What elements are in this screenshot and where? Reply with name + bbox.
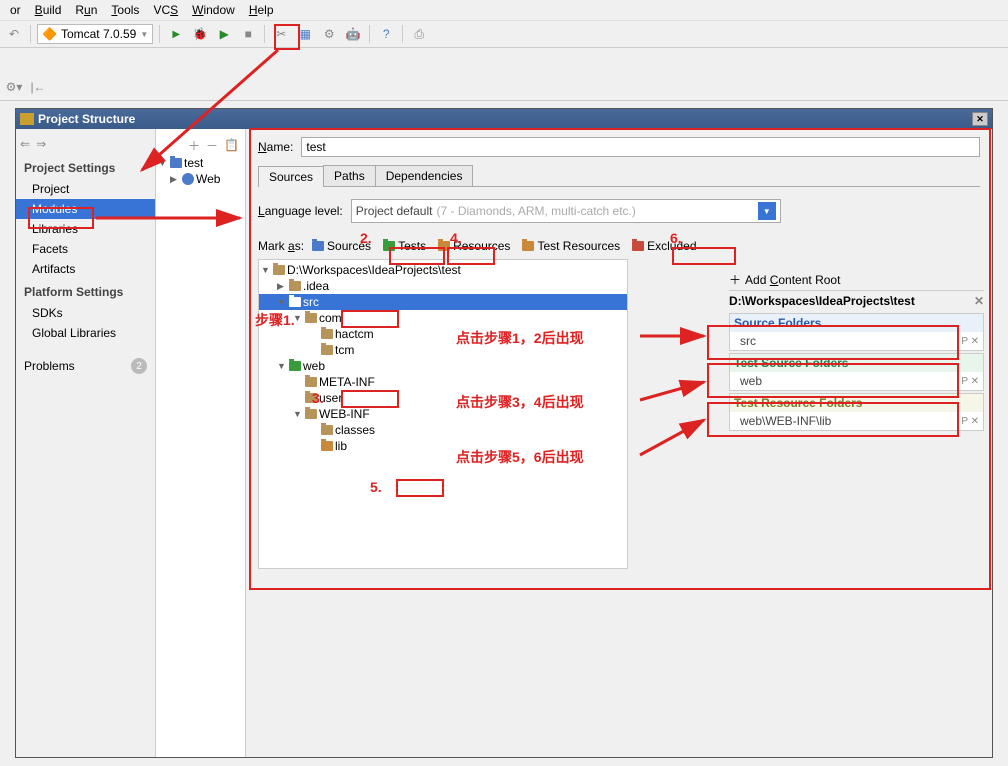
project-structure-dialog: Project Structure ✕ ⇐ ⇒ Project Settings… bbox=[15, 108, 993, 758]
source-tree: ▼ D:\Workspaces\IdeaProjects\test ▶ .ide… bbox=[258, 259, 628, 569]
mark-tests[interactable]: Tests bbox=[379, 237, 430, 255]
name-input[interactable] bbox=[301, 137, 980, 157]
dialog-titlebar: Project Structure ✕ bbox=[16, 109, 992, 129]
add-content-root[interactable]: ＋ Add Content Root bbox=[729, 269, 984, 291]
undo-tail-icon[interactable]: ↶ bbox=[4, 24, 24, 44]
mark-resources[interactable]: Resources bbox=[434, 237, 514, 255]
main-toolbar: ↶ 🔶 Tomcat 7.0.59 ▼ ▶ 🐞 ▶ ■ ✂ ▦ ⚙ 🤖 ? ⎙ bbox=[0, 20, 1008, 48]
content-panel: Name: Sources Paths Dependencies Languag… bbox=[246, 129, 992, 757]
mark-as-label: Mark as: bbox=[258, 239, 304, 253]
menu-vcs[interactable]: VCS bbox=[147, 1, 184, 19]
menu-tools[interactable]: Tools bbox=[105, 1, 145, 19]
gear-icon[interactable]: ⚙▾ bbox=[4, 77, 24, 97]
root-section-blue: Source FolderssrcP ✕ bbox=[729, 313, 984, 351]
nav-project[interactable]: Project bbox=[16, 179, 155, 199]
coverage-icon[interactable]: ▶ bbox=[214, 24, 234, 44]
nav-global-libs[interactable]: Global Libraries bbox=[16, 323, 155, 343]
src-node-classes[interactable]: classes bbox=[259, 422, 627, 438]
nav-panel: ⇐ ⇒ Project Settings Project Modules Lib… bbox=[16, 129, 156, 757]
dialog-title-icon bbox=[20, 113, 34, 125]
debug-icon[interactable]: 🐞 bbox=[190, 24, 210, 44]
module-icon bbox=[170, 158, 182, 168]
src-node-com[interactable]: ▼ com bbox=[259, 310, 627, 326]
nav-libraries[interactable]: Libraries bbox=[16, 219, 155, 239]
tab-dependencies[interactable]: Dependencies bbox=[375, 165, 474, 186]
nav-heading-project: Project Settings bbox=[16, 155, 155, 179]
content-root-path[interactable]: D:\Workspaces\IdeaProjects\test ✕ bbox=[729, 291, 984, 311]
src-node-hactcm[interactable]: hactcm bbox=[259, 326, 627, 342]
src-root[interactable]: ▼ D:\Workspaces\IdeaProjects\test bbox=[259, 262, 627, 278]
tomcat-icon: 🔶 bbox=[42, 27, 57, 41]
problems-badge: 2 bbox=[131, 358, 147, 374]
menubar: or Build Run Tools VCS Window Help bbox=[0, 0, 1008, 20]
nav-sdks[interactable]: SDKs bbox=[16, 303, 155, 323]
roots-panel: ＋ Add Content Root D:\Workspaces\IdeaPro… bbox=[729, 269, 984, 431]
lang-hint: (7 - Diamonds, ARM, multi-catch etc.) bbox=[436, 204, 635, 218]
project-structure-icon[interactable]: ▦ bbox=[295, 24, 315, 44]
root-section-green: Test Source FolderswebP ✕ bbox=[729, 353, 984, 391]
src-node-src[interactable]: ▼ src bbox=[259, 294, 627, 310]
copy-icon[interactable]: 📋 bbox=[224, 138, 239, 152]
lang-value: Project default bbox=[356, 204, 433, 218]
tree-root[interactable]: ▼ test bbox=[156, 155, 245, 171]
tree-web-label: Web bbox=[196, 172, 220, 186]
menu-window[interactable]: Window bbox=[186, 1, 241, 19]
src-node-.idea[interactable]: ▶ .idea bbox=[259, 278, 627, 294]
android-icon[interactable]: 🤖 bbox=[343, 24, 363, 44]
tabs: Sources Paths Dependencies bbox=[258, 165, 980, 187]
close-icon[interactable]: ✕ bbox=[972, 112, 988, 126]
nav-problems-label: Problems bbox=[24, 359, 75, 373]
help-icon[interactable]: ? bbox=[376, 24, 396, 44]
src-node-web[interactable]: ▼ web bbox=[259, 358, 627, 374]
dialog-title-text: Project Structure bbox=[38, 112, 135, 126]
module-tree-panel: ＋ － 📋 ▼ test ▶ Web bbox=[156, 129, 246, 757]
nav-modules[interactable]: Modules bbox=[16, 199, 155, 219]
back-icon[interactable]: ⇐ bbox=[20, 137, 30, 151]
mark-excluded[interactable]: Excluded bbox=[628, 237, 700, 255]
tab-paths[interactable]: Paths bbox=[323, 165, 376, 186]
mark-as-row: Mark as: Sources Tests Resources Test Re… bbox=[258, 237, 980, 255]
nav-facets[interactable]: Facets bbox=[16, 239, 155, 259]
src-node-user[interactable]: user bbox=[259, 390, 627, 406]
name-label: Name: bbox=[258, 140, 293, 154]
tree-root-label: test bbox=[184, 156, 203, 170]
run-icon[interactable]: ▶ bbox=[166, 24, 186, 44]
settings-icon[interactable]: ⚙ bbox=[319, 24, 339, 44]
forward-icon[interactable]: ⇒ bbox=[36, 137, 46, 151]
lang-label: Language level: bbox=[258, 204, 343, 218]
src-node-WEB-INF[interactable]: ▼ WEB-INF bbox=[259, 406, 627, 422]
plus-icon: ＋ bbox=[729, 271, 741, 288]
tab-sources[interactable]: Sources bbox=[258, 166, 324, 187]
src-node-META-INF[interactable]: META-INF bbox=[259, 374, 627, 390]
minus-icon[interactable]: － bbox=[206, 137, 218, 154]
mark-test-resources[interactable]: Test Resources bbox=[518, 237, 624, 255]
root-section-olive: Test Resource Foldersweb\WEB-INF\libP ✕ bbox=[729, 393, 984, 431]
web-icon bbox=[182, 173, 194, 185]
run-config-dropdown[interactable]: 🔶 Tomcat 7.0.59 ▼ bbox=[37, 24, 153, 44]
remove-root-icon[interactable]: ✕ bbox=[974, 294, 984, 308]
db-icon[interactable]: ⎙ bbox=[409, 24, 429, 44]
collapse-icon[interactable]: |← bbox=[28, 77, 48, 97]
add-icon[interactable]: ＋ bbox=[188, 137, 200, 154]
stop-icon[interactable]: ■ bbox=[238, 24, 258, 44]
menu-build[interactable]: Build bbox=[29, 1, 68, 19]
lang-level-dropdown[interactable]: Project default (7 - Diamonds, ARM, mult… bbox=[351, 199, 781, 223]
src-node-lib[interactable]: lib bbox=[259, 438, 627, 454]
tree-web[interactable]: ▶ Web bbox=[156, 171, 245, 187]
chevron-down-icon: ▼ bbox=[758, 202, 776, 220]
nav-problems[interactable]: Problems 2 bbox=[16, 355, 155, 377]
mark-sources[interactable]: Sources bbox=[308, 237, 375, 255]
menu-help[interactable]: Help bbox=[243, 1, 280, 19]
menu-run[interactable]: Run bbox=[69, 1, 103, 19]
secondary-toolbar: ⚙▾ |← bbox=[0, 73, 1008, 101]
src-node-tcm[interactable]: tcm bbox=[259, 342, 627, 358]
menu-or[interactable]: or bbox=[4, 1, 27, 19]
nav-heading-platform: Platform Settings bbox=[16, 279, 155, 303]
nav-artifacts[interactable]: Artifacts bbox=[16, 259, 155, 279]
run-config-label: Tomcat 7.0.59 bbox=[61, 27, 136, 41]
scissors-icon[interactable]: ✂ bbox=[271, 24, 291, 44]
nav-toolbar: ⇐ ⇒ bbox=[16, 133, 155, 155]
